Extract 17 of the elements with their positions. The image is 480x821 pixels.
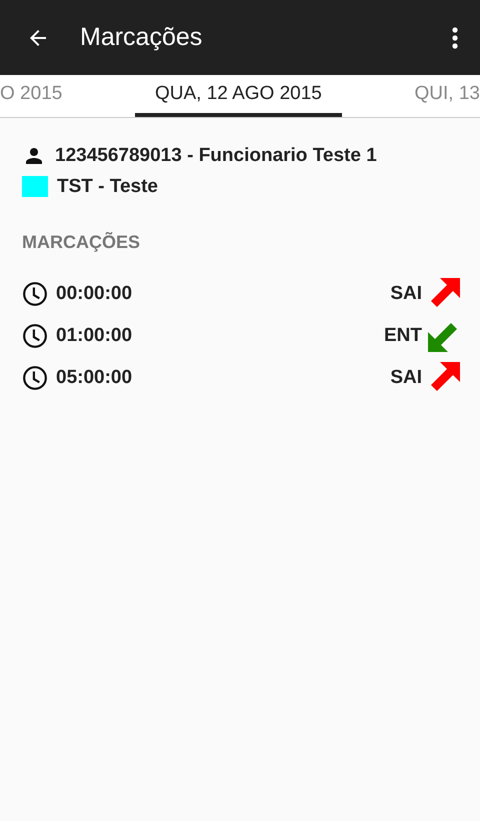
more-options-icon[interactable] xyxy=(452,26,458,48)
clock-icon xyxy=(22,323,48,349)
clock-icon xyxy=(22,281,48,307)
punch-time: 01:00:00 xyxy=(56,325,132,347)
section-title: MARCAÇÕES xyxy=(22,232,142,253)
punch-time: 00:00:00 xyxy=(56,283,132,305)
clock-icon xyxy=(22,365,48,391)
department-name: TST - Teste xyxy=(57,176,158,198)
punch-type: ENT xyxy=(384,325,422,347)
punch-type: SAI xyxy=(390,367,422,389)
date-tab[interactable]: O 2015 xyxy=(0,75,82,117)
date-tab[interactable]: QUA, 12 AGO 2015 xyxy=(134,75,342,117)
date-tab[interactable]: QUI, 13 xyxy=(394,75,480,117)
employee-name: 123456789013 - Funcionario Teste 1 xyxy=(55,144,377,166)
screen-title: Marcações xyxy=(80,23,204,52)
punch-type: SAI xyxy=(390,283,422,305)
punch-time: 05:00:00 xyxy=(56,367,132,389)
